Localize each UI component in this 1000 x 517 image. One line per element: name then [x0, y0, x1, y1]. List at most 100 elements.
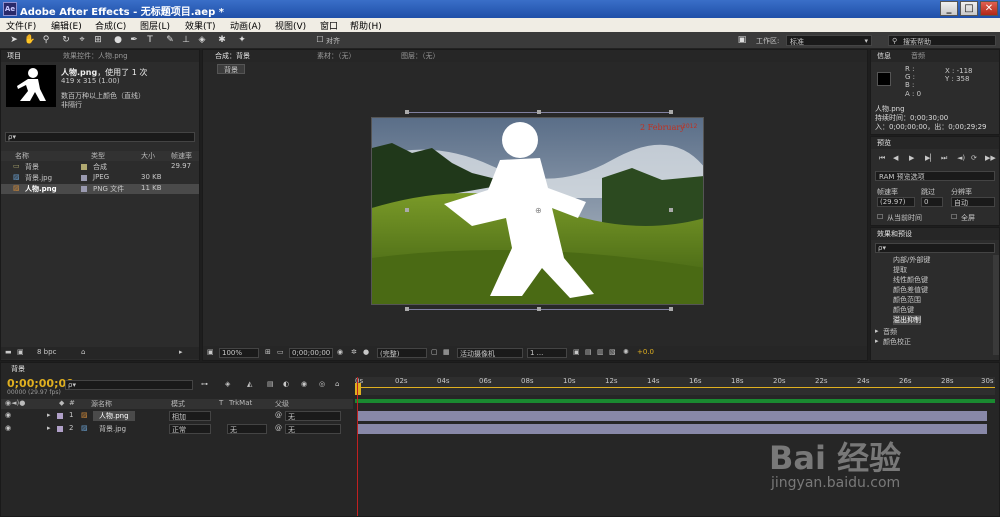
list-item[interactable]: ▭ 背景 合成 29.97 [1, 162, 199, 172]
zoom-tool-icon[interactable]: ⚲ [40, 34, 52, 46]
tab-project[interactable]: 项目 [3, 51, 25, 61]
transform-handle[interactable] [669, 307, 673, 311]
transform-handle[interactable] [537, 110, 541, 114]
rotate-tool-icon[interactable]: ↻ [60, 34, 72, 46]
list-item[interactable]: 颜色键 [893, 305, 914, 315]
menu-help[interactable]: 帮助(H) [350, 19, 382, 32]
ram-preview-icon[interactable]: ▶▶ [985, 154, 996, 162]
category-audio[interactable]: 音频 [883, 327, 897, 337]
pickwhip-icon[interactable]: @ [275, 411, 282, 419]
clone-stamp-tool-icon[interactable]: ⊥ [180, 34, 192, 46]
resolution-select[interactable]: 自动 [951, 197, 995, 207]
header-name[interactable]: 名称 [15, 151, 29, 161]
menu-view[interactable]: 视图(V) [275, 19, 306, 32]
text-tool-icon[interactable]: T [144, 34, 156, 46]
timeline-icon[interactable]: ▥ [597, 348, 604, 356]
comp-mini-flowchart-icon[interactable]: ⊶ [201, 380, 208, 388]
timeline-search-input[interactable]: ρ▾ [65, 380, 193, 390]
previous-frame-icon[interactable]: ◀ [893, 154, 898, 162]
puppet-pin-tool-icon[interactable]: ✦ [236, 34, 248, 46]
menu-file[interactable]: 文件(F) [6, 19, 36, 32]
always-preview-icon[interactable]: ▣ [207, 348, 214, 356]
tab-composition[interactable]: 合成：背景 [211, 51, 254, 61]
layer-parent-select[interactable]: 无 [285, 411, 341, 421]
work-area-bar[interactable] [355, 387, 995, 388]
chevron-right-icon[interactable]: ▸ [875, 337, 879, 345]
mask-shape-tool-icon[interactable]: ● [112, 34, 124, 46]
header-fps[interactable]: 帧速率 [171, 151, 192, 161]
chevron-right-icon[interactable]: ▸ [875, 327, 879, 335]
pan-behind-tool-icon[interactable]: ⊞ [92, 34, 104, 46]
header-t[interactable]: T [219, 399, 223, 407]
layer-name[interactable]: 背景.jpg [99, 424, 126, 434]
layer-trkmat-select[interactable]: 无 [227, 424, 267, 434]
header-source-name[interactable]: 源名称 [91, 399, 112, 409]
roto-brush-tool-icon[interactable]: ✱ [216, 34, 228, 46]
flowchart-icon[interactable]: ▧ [609, 348, 616, 356]
layer-mode-select[interactable]: 正常 [169, 424, 211, 434]
snapshot-icon[interactable]: ◉ [337, 348, 343, 356]
pen-tool-icon[interactable]: ✒ [128, 34, 140, 46]
region-of-interest-icon[interactable]: ▢ [431, 348, 438, 356]
eraser-tool-icon[interactable]: ◈ [196, 34, 208, 46]
mask-visibility-icon[interactable]: ▭ [277, 348, 284, 356]
last-frame-icon[interactable]: ⏭ [941, 154, 947, 163]
chevron-right-icon[interactable]: ▸ [179, 348, 183, 356]
list-item[interactable]: 内部/外部键 [893, 255, 930, 265]
folder-icon[interactable]: ▬ [5, 348, 12, 356]
list-item[interactable]: 颜色差值键 [893, 285, 928, 295]
transparency-grid-icon[interactable]: ▦ [443, 348, 450, 356]
transform-handle[interactable] [669, 208, 673, 212]
pickwhip-icon[interactable]: @ [275, 424, 282, 432]
fullscreen-checkbox[interactable]: ☐ [951, 213, 957, 221]
skip-select[interactable]: 0 [921, 197, 943, 207]
table-row[interactable]: ◉ ▸ 1 ▨ 人物.png 相加 @ 无 [1, 410, 353, 422]
frame-blending-icon[interactable]: ▤ [267, 380, 274, 388]
label-swatch[interactable] [81, 164, 87, 170]
graph-editor-icon[interactable]: ◉ [301, 380, 307, 388]
align-checkbox[interactable]: ☐ [314, 34, 326, 46]
project-search-input[interactable]: ρ▾ [5, 132, 195, 142]
bpc-label[interactable]: 8 bpc [37, 348, 56, 356]
list-item[interactable]: ▨ 人物.png PNG 文件 11 KB [1, 184, 199, 194]
audio-icon[interactable]: ◄) [957, 154, 965, 162]
hide-shy-layers-icon[interactable]: ◭ [247, 380, 252, 388]
list-item[interactable]: ▨ 背景.jpg JPEG 30 KB [1, 173, 199, 183]
trash-icon[interactable]: ⌂ [81, 348, 85, 356]
table-row[interactable]: ◉ ▸ 2 ▨ 背景.jpg 正常 无 @ 无 [1, 423, 353, 435]
fast-previews-icon[interactable]: ▤ [585, 348, 592, 356]
label-swatch[interactable] [81, 186, 87, 192]
header-size[interactable]: 大小 [141, 151, 155, 161]
help-search-input[interactable]: ⚲ 搜索帮助 [888, 35, 996, 46]
channel-icon[interactable]: ● [363, 348, 369, 356]
exposure-value[interactable]: +0.0 [637, 348, 654, 356]
draft-3d-icon[interactable]: ◈ [225, 380, 230, 388]
layer-parent-select[interactable]: 无 [285, 424, 341, 434]
from-current-checkbox[interactable]: ☐ [877, 213, 883, 221]
list-item[interactable]: 溢出抑制 [893, 315, 921, 325]
play-icon[interactable]: ▶ [909, 154, 914, 162]
header-type[interactable]: 类型 [91, 151, 105, 161]
workspace-select[interactable]: 标准 ▾ [786, 35, 872, 46]
menu-effect[interactable]: 效果(T) [185, 19, 216, 32]
layer-label-swatch[interactable] [57, 413, 63, 419]
transform-handle[interactable] [405, 307, 409, 311]
camera-select[interactable]: 活动摄像机 [457, 348, 523, 358]
resolution-grid-icon[interactable]: ⊞ [265, 348, 271, 356]
brainstorm-icon[interactable]: ◎ [319, 380, 325, 388]
label-swatch[interactable] [81, 175, 87, 181]
brush-tool-icon[interactable]: ✎ [164, 34, 176, 46]
first-frame-icon[interactable]: ⏮ [879, 154, 885, 163]
minimize-button[interactable]: _ [940, 1, 958, 16]
header-trkmat[interactable]: TrkMat [229, 399, 252, 407]
menu-edit[interactable]: 编辑(E) [51, 19, 82, 32]
visibility-eye-icon[interactable]: ◉ [5, 424, 11, 432]
zoom-select[interactable]: 100% [219, 348, 259, 358]
fps-select[interactable]: (29.97) [877, 197, 915, 207]
tab-effects-presets[interactable]: 效果和预设 [873, 229, 916, 239]
category-color-correction[interactable]: 颜色校正 [883, 337, 911, 347]
menu-composition[interactable]: 合成(C) [95, 19, 126, 32]
next-frame-icon[interactable]: ▶▏ [925, 154, 936, 162]
transform-handle[interactable] [405, 208, 409, 212]
work-area-range[interactable] [355, 399, 995, 403]
